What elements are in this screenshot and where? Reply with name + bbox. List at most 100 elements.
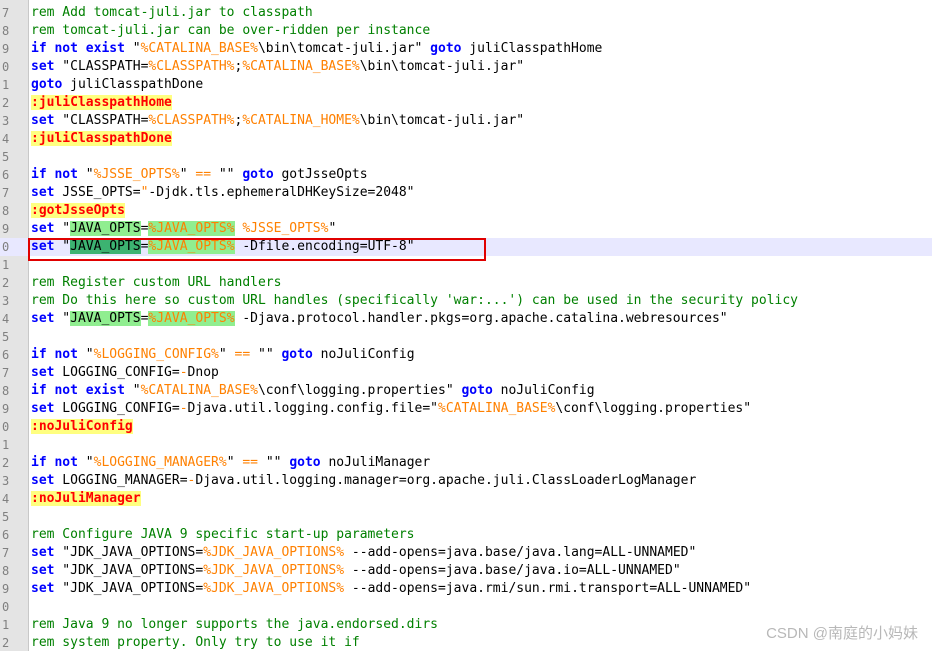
code-text: :noJuliConfig [31,418,133,436]
code-token: :noJuliConfig [31,419,133,434]
code-line[interactable]: 3 set "CLASSPATH=%CLASSPATH%;%CATALINA_HO… [0,112,932,130]
code-line[interactable]: 8 rem tomcat-juli.jar can be over-ridden … [0,22,932,40]
code-token: %JDK_JAVA_OPTIONS% [203,545,345,560]
code-token: %CATALINA_BASE% [140,383,258,398]
code-token: :juliClasspathDone [31,131,172,146]
code-line[interactable]: 7 set LOGGING_CONFIG=-Dnop [0,364,932,382]
code-line[interactable]: 1 goto juliClasspathDone [0,76,932,94]
line-number: 7 [2,366,10,380]
code-line[interactable]: 3 rem Do this here so custom URL handles … [0,292,932,310]
line-number: 4 [2,312,10,326]
code-line[interactable]: 9 set "JAVA_OPTS=%JAVA_OPTS% %JSSE_OPTS%" [0,220,932,238]
code-text: rem Java 9 no longer supports the java.e… [31,616,438,634]
code-token: rem Register custom URL handlers [31,275,282,290]
code-token: %JAVA_OPTS% [148,311,235,326]
code-token: if not [31,455,78,470]
code-token: "" [258,455,290,470]
code-token: "JDK_JAVA_OPTIONS= [54,545,204,560]
code-token: %JAVA_OPTS% [148,221,235,236]
code-token: " [132,41,141,56]
code-text: set JSSE_OPTS="-Djdk.tls.ephemeralDHKeyS… [31,184,415,202]
code-token: \bin\tomcat-juli.jar" [359,59,525,74]
code-line[interactable]: 9 set LOGGING_CONFIG=-Djava.util.logging.… [0,400,932,418]
code-line[interactable]: 9 set "JDK_JAVA_OPTIONS=%JDK_JAVA_OPTIONS… [0,580,932,598]
code-line[interactable]: 6 if not "%LOGGING_CONFIG%" == "" goto no… [0,346,932,364]
code-token: set [31,581,55,596]
watermark: CSDN @南庭的小妈妹 [766,625,918,642]
code-line[interactable]: 7 set JSSE_OPTS="-Djdk.tls.ephemeralDHKey… [0,184,932,202]
code-token: :gotJsseOpts [31,203,125,218]
code-line[interactable]: 6 rem Configure JAVA 9 specific start-up … [0,526,932,544]
line-number: 8 [2,24,10,38]
line-number: 2 [2,276,10,290]
code-line[interactable]: 5 [0,148,932,166]
code-line[interactable]: 0 [0,598,932,616]
code-token: rem Do this here so custom URL handles (… [31,293,799,308]
code-token: " [77,347,94,362]
code-token: rem system property. Only try to use it … [31,635,360,650]
code-line[interactable]: 8 :gotJsseOpts [0,202,932,220]
code-line[interactable]: 3 set LOGGING_MANAGER=-Djava.util.logging… [0,472,932,490]
code-token: if not exist [31,41,133,56]
code-token: juliClasspathHome [461,41,603,56]
line-number: 3 [2,114,10,128]
code-token: :juliClasspathHome [31,95,172,110]
line-number: 6 [2,348,10,362]
code-line[interactable]: 2 rem Register custom URL handlers [0,274,932,292]
code-text: set LOGGING_CONFIG=-Djava.util.logging.c… [31,400,751,418]
line-number: 6 [2,528,10,542]
code-token: Dnop [187,365,219,380]
code-line[interactable]: 7 rem Add tomcat-juli.jar to classpath [0,4,932,22]
code-token: " [54,311,71,326]
code-line[interactable]: 5 [0,508,932,526]
code-line[interactable]: 4:juliClasspathDone [0,130,932,148]
code-token: noJuliConfig [312,347,415,362]
code-text: :juliClasspathHome [31,94,172,112]
code-line[interactable]: 8 set "JDK_JAVA_OPTIONS=%JDK_JAVA_OPTIONS… [0,562,932,580]
code-text: if not exist "%CATALINA_BASE%\conf\loggi… [31,382,595,400]
code-text: :juliClasspathDone [31,130,172,148]
code-token: set [31,311,55,326]
code-line[interactable]: 8 if not exist "%CATALINA_BASE%\conf\logg… [0,382,932,400]
code-token: - [179,365,188,380]
code-line[interactable]: 9 if not exist "%CATALINA_BASE%\bin\tomca… [0,40,932,58]
code-line[interactable]: 2:juliClasspathHome [0,94,932,112]
code-token: set [31,185,55,200]
code-line[interactable]: 0:noJuliConfig [0,418,932,436]
code-token: %JDK_JAVA_OPTIONS% [203,581,345,596]
line-number: 0 [2,240,10,254]
code-token: -Djava.protocol.handler.pkgs=org.apache.… [234,311,728,326]
code-text: rem tomcat-juli.jar can be over-ridden p… [31,22,430,40]
code-line[interactable]: 0 set "CLASSPATH=%CLASSPATH%;%CATALINA_BA… [0,58,932,76]
code-token: JSSE_OPTS= [54,185,141,200]
code-line[interactable]: 5 [0,328,932,346]
code-text: rem system property. Only try to use it … [31,634,360,651]
code-token: Djava.util.logging.manager=org.apache.ju… [195,473,697,488]
code-editor[interactable]: 7 rem Add tomcat-juli.jar to classpath 8 re… [0,0,932,651]
code-token: == [195,167,212,182]
code-token: :noJuliManager [31,491,141,506]
code-line[interactable]: 4 set "JAVA_OPTS=%JAVA_OPTS% -Djava.proto… [0,310,932,328]
code-line[interactable]: 2 if not "%LOGGING_MANAGER%" == "" goto n… [0,454,932,472]
code-token: set [31,563,55,578]
code-token: goto [289,455,321,470]
code-token: JAVA_OPTS [70,221,141,236]
code-token: " [179,167,196,182]
code-text: set "JDK_JAVA_OPTIONS=%JDK_JAVA_OPTIONS%… [31,562,681,580]
code-token: LOGGING_CONFIG= [54,401,180,416]
code-text: set "JAVA_OPTS=%JAVA_OPTS% %JSSE_OPTS%" [31,220,336,238]
code-line[interactable]: 7 set "JDK_JAVA_OPTIONS=%JDK_JAVA_OPTIONS… [0,544,932,562]
code-token: \conf\logging.properties" [555,401,752,416]
code-token: goto [430,41,462,56]
line-number: 7 [2,6,10,20]
code-text: set "JDK_JAVA_OPTIONS=%JDK_JAVA_OPTIONS%… [31,544,696,562]
code-line[interactable]: 1 [0,436,932,454]
line-number: 8 [2,204,10,218]
code-token: "CLASSPATH= [54,113,149,128]
code-token: == [242,455,258,470]
code-token: LOGGING_MANAGER= [54,473,188,488]
code-text: set "CLASSPATH=%CLASSPATH%;%CATALINA_BAS… [31,58,524,76]
code-token: -Djdk.tls.ephemeralDHKeySize=2048" [148,185,415,200]
code-line[interactable]: 4:noJuliManager [0,490,932,508]
code-line[interactable]: 6 if not "%JSSE_OPTS%" == "" goto gotJsse… [0,166,932,184]
